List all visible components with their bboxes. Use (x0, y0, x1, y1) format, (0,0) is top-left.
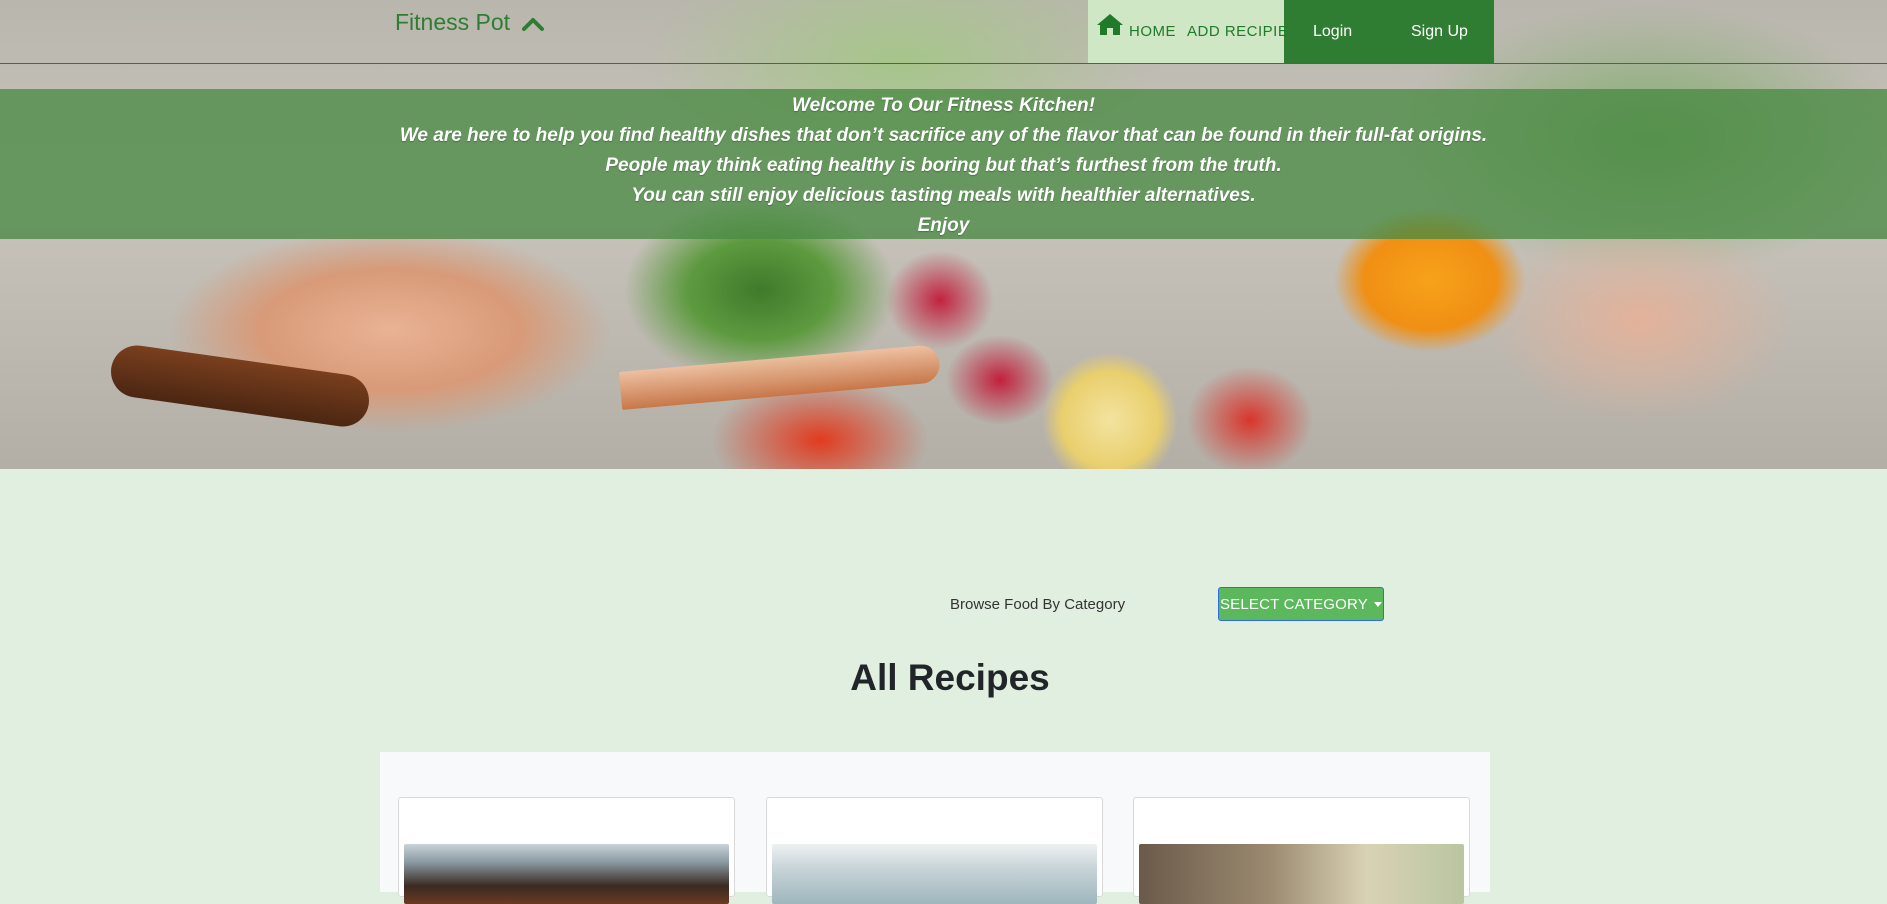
navbar-divider (0, 63, 1887, 64)
chevron-up-icon (522, 10, 545, 38)
recipe-card[interactable] (1133, 797, 1470, 904)
welcome-line-3: You can still enjoy delicious tasting me… (631, 185, 1256, 206)
recipe-card[interactable] (398, 797, 735, 904)
sign-up-link[interactable]: Sign Up (1411, 0, 1468, 63)
recipe-image[interactable] (404, 844, 729, 904)
welcome-line-2: People may think eating healthy is borin… (605, 155, 1282, 176)
select-category-label: SELECT CATEGORY (1219, 595, 1369, 613)
home-icon[interactable] (1096, 12, 1124, 41)
welcome-line-4: Enjoy (917, 215, 970, 236)
login-link[interactable]: Login (1313, 0, 1352, 63)
welcome-line-1: We are here to help you find healthy dis… (399, 125, 1488, 146)
all-recipes-title: All Recipes (850, 657, 1050, 698)
select-category-button[interactable]: SELECT CATEGORY (1218, 587, 1384, 621)
brand-logo[interactable]: Fitness Pot (395, 8, 545, 38)
nav-add-recipe-link[interactable]: ADD RECIPIE (1187, 0, 1288, 63)
knife-handle-decor (107, 342, 373, 430)
browse-category-label: Browse Food By Category (950, 596, 1126, 613)
recipe-image[interactable] (1139, 844, 1464, 904)
caret-down-icon (1374, 601, 1383, 607)
knife-blade-decor (618, 344, 942, 410)
welcome-banner: Welcome To Our Fitness Kitchen! We are h… (0, 89, 1887, 239)
recipe-image[interactable] (772, 844, 1097, 904)
recipe-card[interactable] (766, 797, 1103, 904)
brand-name: Fitness Pot (395, 9, 511, 35)
nav-home-link[interactable]: HOME (1129, 0, 1176, 63)
welcome-title: Welcome To Our Fitness Kitchen! (792, 95, 1095, 116)
